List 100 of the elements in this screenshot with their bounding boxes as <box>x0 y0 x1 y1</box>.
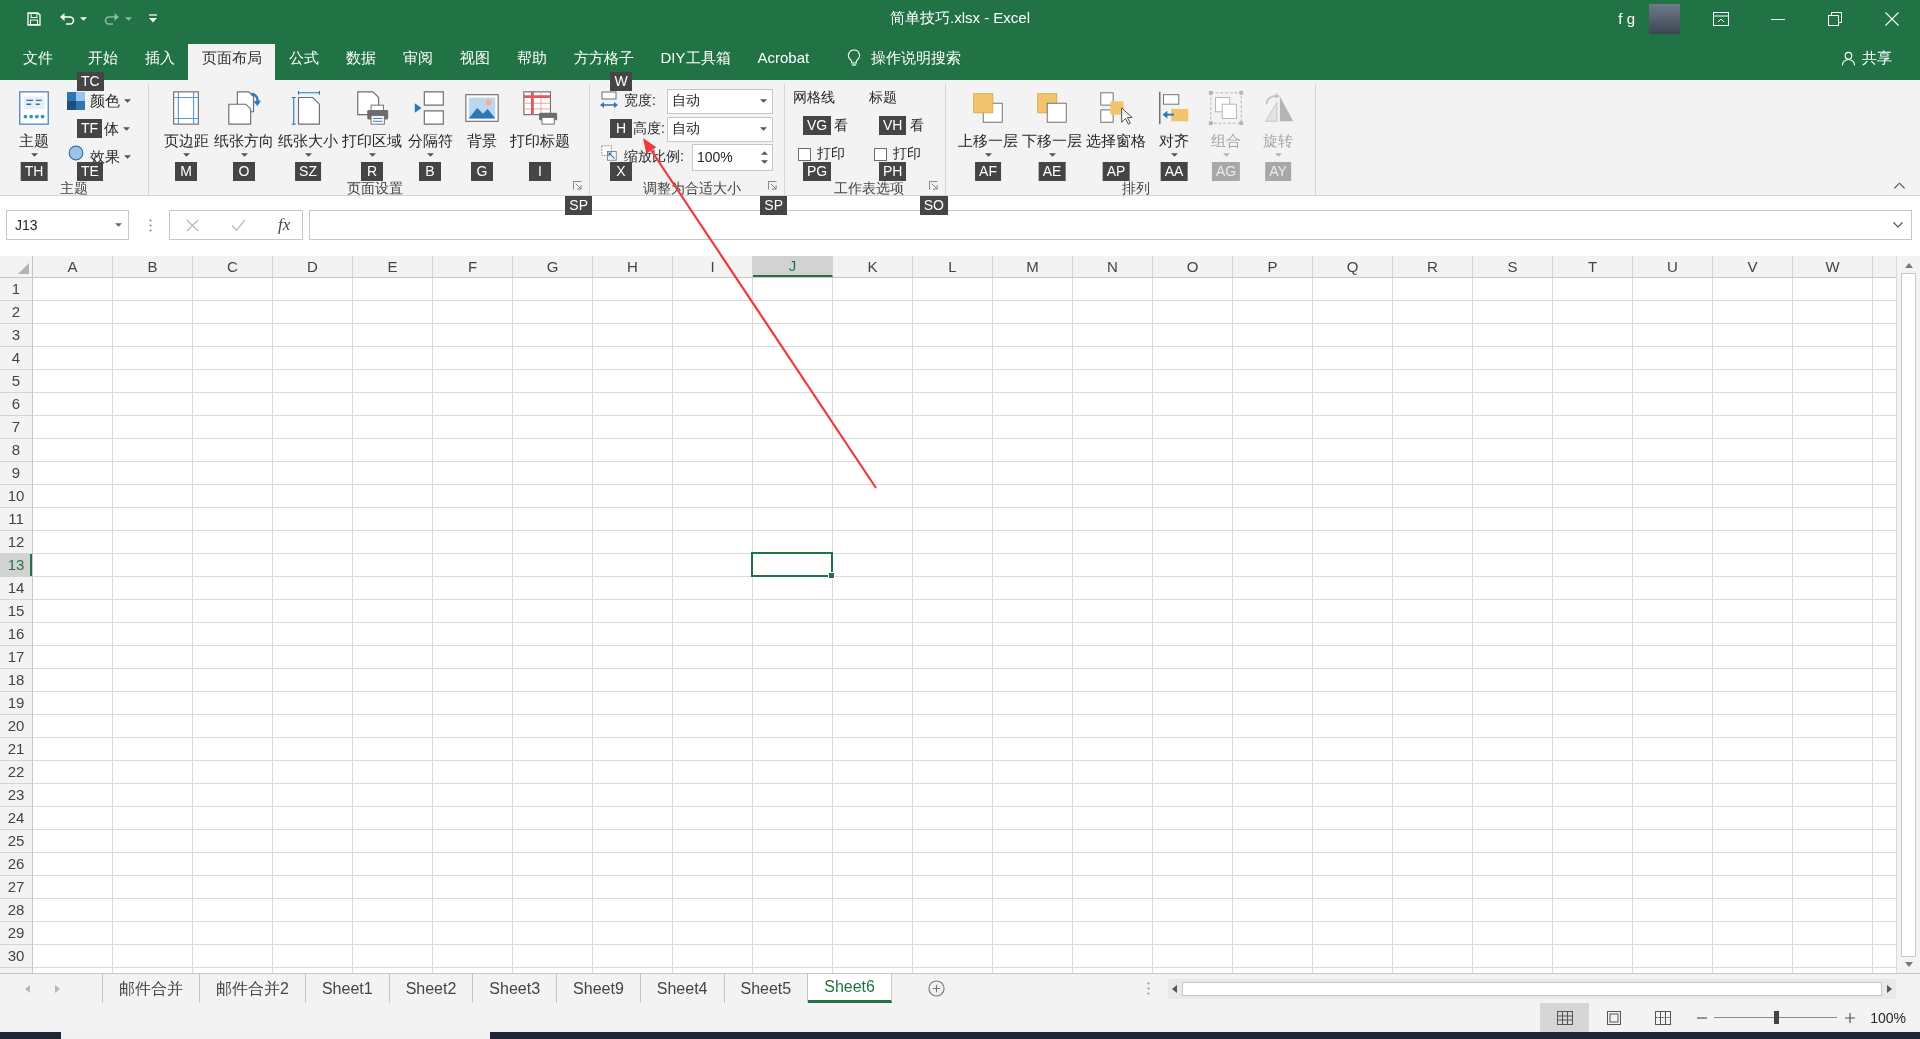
column-header[interactable]: O <box>1153 256 1233 277</box>
row-header[interactable]: 1 <box>0 278 32 301</box>
row-header[interactable]: 28 <box>0 899 32 922</box>
ribbon-tab[interactable]: 开始 <box>74 44 131 72</box>
caret-icon[interactable] <box>80 16 87 21</box>
ribbon-button[interactable]: 主题 <box>8 84 60 159</box>
column-header[interactable]: E <box>353 256 433 277</box>
row-header[interactable]: 14 <box>0 577 32 600</box>
ribbon-tab[interactable]: 视图 <box>446 44 503 72</box>
horizontal-scrollbar[interactable] <box>1168 978 1896 999</box>
zoom-level[interactable]: 100% <box>1870 1009 1906 1026</box>
ribbon-button[interactable]: 分隔符 <box>404 84 456 159</box>
ribbon-button[interactable]: 选择窗格 <box>1084 84 1148 159</box>
row-header[interactable]: 20 <box>0 715 32 738</box>
dialog-launcher-icon[interactable] <box>573 181 582 190</box>
undo-icon[interactable] <box>59 10 75 27</box>
row-header[interactable]: 3 <box>0 324 32 347</box>
row-header[interactable]: 9 <box>0 462 32 485</box>
scroll-thumb[interactable] <box>1182 981 1882 996</box>
column-header[interactable]: H <box>593 256 673 277</box>
fill-handle[interactable] <box>828 572 835 579</box>
ribbon-tab[interactable]: 公式 <box>275 44 332 72</box>
caret-icon[interactable] <box>125 16 132 21</box>
column-header[interactable]: R <box>1393 256 1473 277</box>
ribbon-button[interactable]: 下移一层 <box>1020 84 1084 159</box>
dialog-launcher-icon[interactable] <box>768 181 777 190</box>
row-header[interactable]: 17 <box>0 646 32 669</box>
slider-thumb[interactable] <box>1773 1011 1779 1024</box>
column-header[interactable]: Q <box>1313 256 1393 277</box>
taskbar-search-field[interactable] <box>61 1032 490 1039</box>
row-header[interactable]: 10 <box>0 485 32 508</box>
column-header[interactable]: U <box>1633 256 1713 277</box>
row-header[interactable]: 30 <box>0 945 32 968</box>
column-header[interactable]: G <box>513 256 593 277</box>
ribbon-tab[interactable]: 方方格子 <box>560 44 647 72</box>
column-header[interactable]: J <box>753 256 833 277</box>
ribbon-tab[interactable]: 页面布局 <box>188 44 275 80</box>
ribbon-tab[interactable]: 审阅 <box>389 44 446 72</box>
zoom-in-icon[interactable] <box>1845 1012 1856 1023</box>
tell-me-button[interactable]: 操作说明搜索 <box>846 44 961 72</box>
row-header[interactable]: 26 <box>0 853 32 876</box>
ribbon-button[interactable]: 对齐 <box>1148 84 1200 159</box>
column-header[interactable]: D <box>273 256 353 277</box>
column-header[interactable]: L <box>913 256 993 277</box>
expand-icon[interactable] <box>1893 222 1903 228</box>
ribbon-tab[interactable]: 帮助 <box>503 44 560 72</box>
scroll-up-icon[interactable] <box>1904 263 1913 268</box>
grip-icon[interactable] <box>149 219 152 232</box>
row-header[interactable]: 19 <box>0 692 32 715</box>
insert-function-button[interactable]: fx <box>278 215 291 235</box>
row-header[interactable]: 11 <box>0 508 32 531</box>
scroll-left-icon[interactable] <box>1172 984 1177 993</box>
column-header[interactable]: F <box>433 256 513 277</box>
column-header[interactable]: W <box>1793 256 1873 277</box>
column-header[interactable]: B <box>113 256 193 277</box>
row-header[interactable]: 21 <box>0 738 32 761</box>
row-header[interactable]: 4 <box>0 347 32 370</box>
row-header[interactable]: 29 <box>0 922 32 945</box>
row-header[interactable]: 18 <box>0 669 32 692</box>
ribbon-tab[interactable]: Acrobat <box>744 44 823 72</box>
spin-field[interactable]: 100% <box>692 143 773 171</box>
add-sheet-icon[interactable] <box>927 980 945 997</box>
scroll-thumb[interactable] <box>1901 273 1916 957</box>
row-header[interactable]: 23 <box>0 784 32 807</box>
save-icon[interactable] <box>26 10 42 27</box>
scroll-right-icon[interactable] <box>1887 984 1892 993</box>
dropdown-field[interactable]: 自动 <box>667 88 773 114</box>
ribbon-button[interactable]: 上移一层 <box>956 84 1020 159</box>
row-header[interactable]: 8 <box>0 439 32 462</box>
ribbon-tab[interactable]: 数据 <box>332 44 389 72</box>
checkbox[interactable] <box>874 147 887 161</box>
scroll-down-icon[interactable] <box>1904 962 1913 967</box>
row-header[interactable]: 6 <box>0 393 32 416</box>
ribbon-button[interactable]: 打印标题 <box>508 84 572 159</box>
view-button[interactable] <box>1540 1003 1590 1032</box>
checkbox-label[interactable]: 看 <box>910 117 924 135</box>
ribbon-button[interactable]: 体 <box>104 120 130 138</box>
checkbox-label[interactable]: 看 <box>834 117 848 135</box>
sheet-tab[interactable]: Sheet6 <box>808 974 892 1003</box>
column-header[interactable]: K <box>833 256 913 277</box>
checkbox[interactable] <box>798 147 811 161</box>
ribbon-button[interactable]: 纸张方向 <box>212 84 276 159</box>
row-header[interactable]: 25 <box>0 830 32 853</box>
name-box[interactable]: J13 <box>6 210 129 240</box>
checkbox-label[interactable]: 打印 <box>893 145 921 163</box>
restore-icon[interactable] <box>1827 11 1842 26</box>
row-header[interactable]: 24 <box>0 807 32 830</box>
dropdown-field[interactable]: 自动 <box>667 116 773 142</box>
ribbon-button[interactable]: 背景 <box>456 84 508 159</box>
ribbon-tab[interactable]: DIY工具箱 <box>647 44 744 72</box>
column-header[interactable]: V <box>1713 256 1793 277</box>
column-header[interactable]: T <box>1553 256 1633 277</box>
ribbon-button[interactable]: 页边距 <box>160 84 212 159</box>
customize-icon[interactable] <box>149 14 157 23</box>
close-icon[interactable] <box>1884 11 1899 26</box>
caret-icon[interactable] <box>115 223 122 227</box>
row-header[interactable]: 5 <box>0 370 32 393</box>
row-header[interactable]: 16 <box>0 623 32 646</box>
checkbox-label[interactable]: 打印 <box>817 145 845 163</box>
column-header[interactable]: M <box>993 256 1073 277</box>
